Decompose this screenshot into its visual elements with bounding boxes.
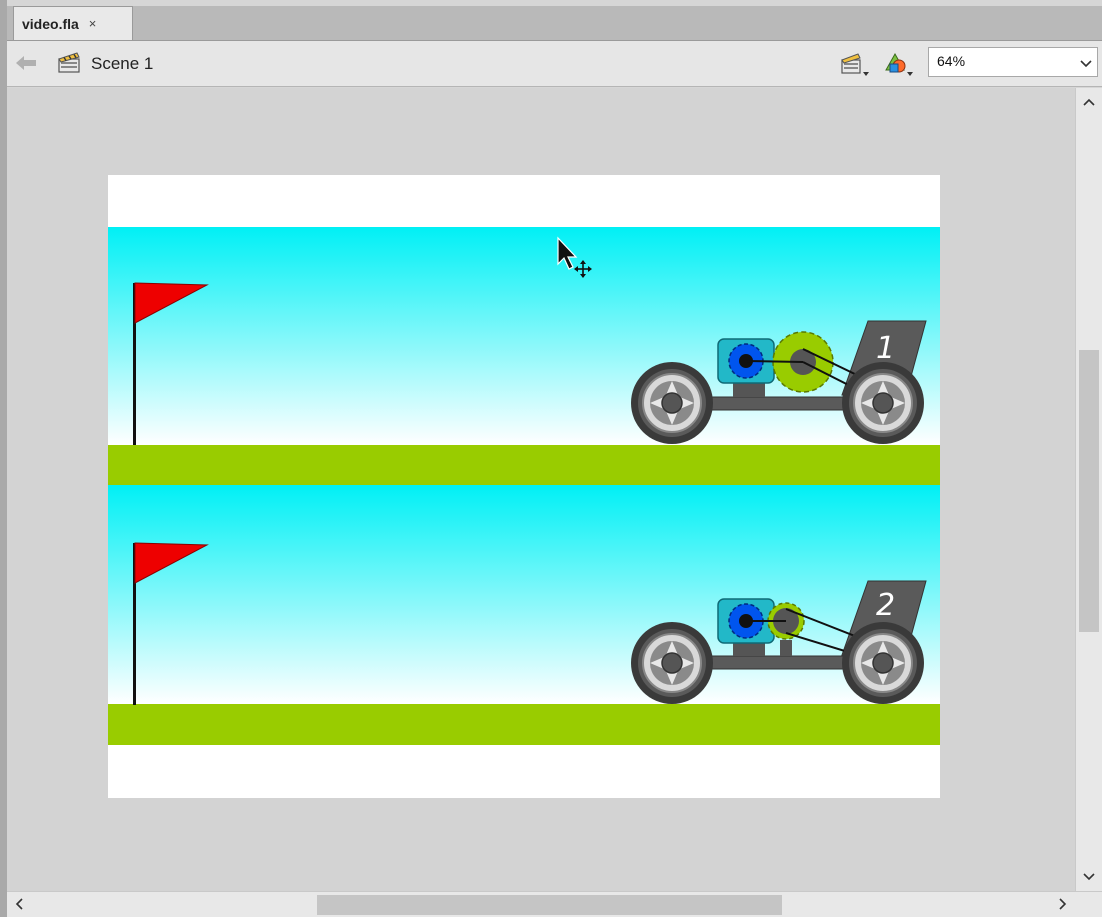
edit-bar: Scene 1 64% xyxy=(7,41,1102,87)
scroll-down-icon[interactable] xyxy=(1081,869,1097,885)
car-number-2: 2 xyxy=(876,588,895,623)
tab-title: video.fla xyxy=(22,15,79,32)
zoom-value: 64% xyxy=(937,53,966,69)
document-tab-bar: video.fla × xyxy=(7,6,1102,41)
chevron-down-icon[interactable] xyxy=(1080,56,1092,74)
zoom-select[interactable]: 64% xyxy=(928,47,1098,77)
document-tab[interactable]: video.fla × xyxy=(13,6,133,40)
vertical-scrollbar[interactable] xyxy=(1075,88,1102,891)
scroll-up-icon[interactable] xyxy=(1081,94,1097,110)
horizontal-scrollbar[interactable] xyxy=(7,891,1102,917)
vertical-scroll-thumb[interactable] xyxy=(1079,350,1099,632)
car-number-1: 1 xyxy=(876,331,895,366)
stage-canvas: 1 2 xyxy=(108,175,940,798)
edit-objects-icon[interactable] xyxy=(883,50,913,78)
pasteboard: 1 2 xyxy=(7,88,1075,891)
scene-clapper-icon xyxy=(57,50,81,74)
scene-label[interactable]: Scene 1 xyxy=(91,54,153,74)
scroll-left-icon[interactable] xyxy=(11,896,27,912)
move-cursor-icon xyxy=(556,236,596,282)
race-lane-1: 1 xyxy=(108,227,940,485)
race-lane-2: 2 xyxy=(108,485,940,745)
back-arrow-icon[interactable] xyxy=(15,52,39,74)
close-icon[interactable]: × xyxy=(89,16,97,31)
edit-symbols-icon[interactable] xyxy=(839,50,869,78)
scroll-right-icon[interactable] xyxy=(1055,896,1071,912)
flash-editor-window: video.fla × Scene 1 64% 1 2 xyxy=(7,0,1102,917)
horizontal-scroll-thumb[interactable] xyxy=(317,895,782,915)
